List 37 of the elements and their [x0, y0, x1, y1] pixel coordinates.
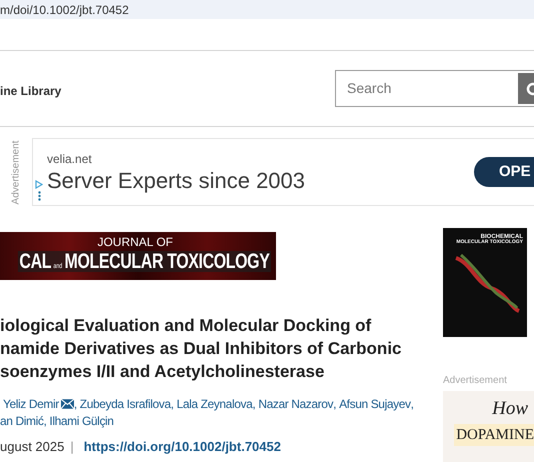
- advertisement-label: Advertisement: [443, 374, 508, 388]
- comma: ,: [333, 396, 336, 412]
- ad-banner[interactable]: velia.net Server Experts since 2003 OPE: [32, 138, 534, 206]
- banner-text: MOLECULAR TOXICOLOGY: [64, 251, 270, 272]
- author-link[interactable]: Nazar Nazarov: [258, 396, 334, 412]
- mail-icon[interactable]: [60, 399, 74, 409]
- search-button[interactable]: [518, 73, 534, 104]
- advertisement-label: Advertisement: [10, 140, 22, 204]
- more-options-icon[interactable]: [38, 191, 40, 201]
- ad-text: DOPAMINE: [454, 424, 534, 446]
- doi-link[interactable]: https://doi.org/10.1002/jbt.70452: [84, 437, 281, 456]
- open-button[interactable]: OPE: [474, 157, 534, 187]
- banner-text: JOURNAL OF: [97, 236, 173, 248]
- comma: ,: [74, 396, 77, 412]
- separator: |: [70, 438, 74, 456]
- ad-headline: Server Experts since 2003: [47, 168, 306, 194]
- author-link[interactable]: Zubeyda Israfilova: [80, 396, 171, 412]
- comma: ,: [410, 396, 414, 412]
- author-link[interactable]: Yeliz Demir: [3, 396, 59, 412]
- author-link[interactable]: Lala Zeynalova: [176, 396, 252, 412]
- author-link[interactable]: an Dimić: [0, 413, 44, 429]
- author-link[interactable]: Afsun Sujayev: [339, 396, 411, 412]
- ad-choices-icon[interactable]: [35, 180, 43, 189]
- comma: ,: [252, 396, 256, 412]
- side-ad[interactable]: How DOPAMINE: [443, 391, 534, 462]
- ad-domain: velia.net: [47, 151, 93, 168]
- comma: ,: [43, 413, 46, 429]
- article-title: iological Evaluation and Molecular Docking of namide Derivatives as Dual Inhibitors of Carbonic soenzymes I/II and Acetylcholinesterase: [0, 315, 402, 383]
- banner-text: CAL: [19, 251, 52, 272]
- ad-text: How: [492, 397, 528, 421]
- address-bar[interactable]: m/doi/10.1002/jbt.70452: [0, 0, 534, 19]
- site-brand[interactable]: ine Library: [0, 82, 62, 100]
- comma: ,: [170, 396, 174, 412]
- url-text: m/doi/10.1002/jbt.70452: [0, 2, 129, 18]
- author-link[interactable]: Ilhami Gülçin: [49, 413, 114, 429]
- publication-date: ugust 2025: [0, 438, 64, 456]
- search-icon: [524, 82, 534, 96]
